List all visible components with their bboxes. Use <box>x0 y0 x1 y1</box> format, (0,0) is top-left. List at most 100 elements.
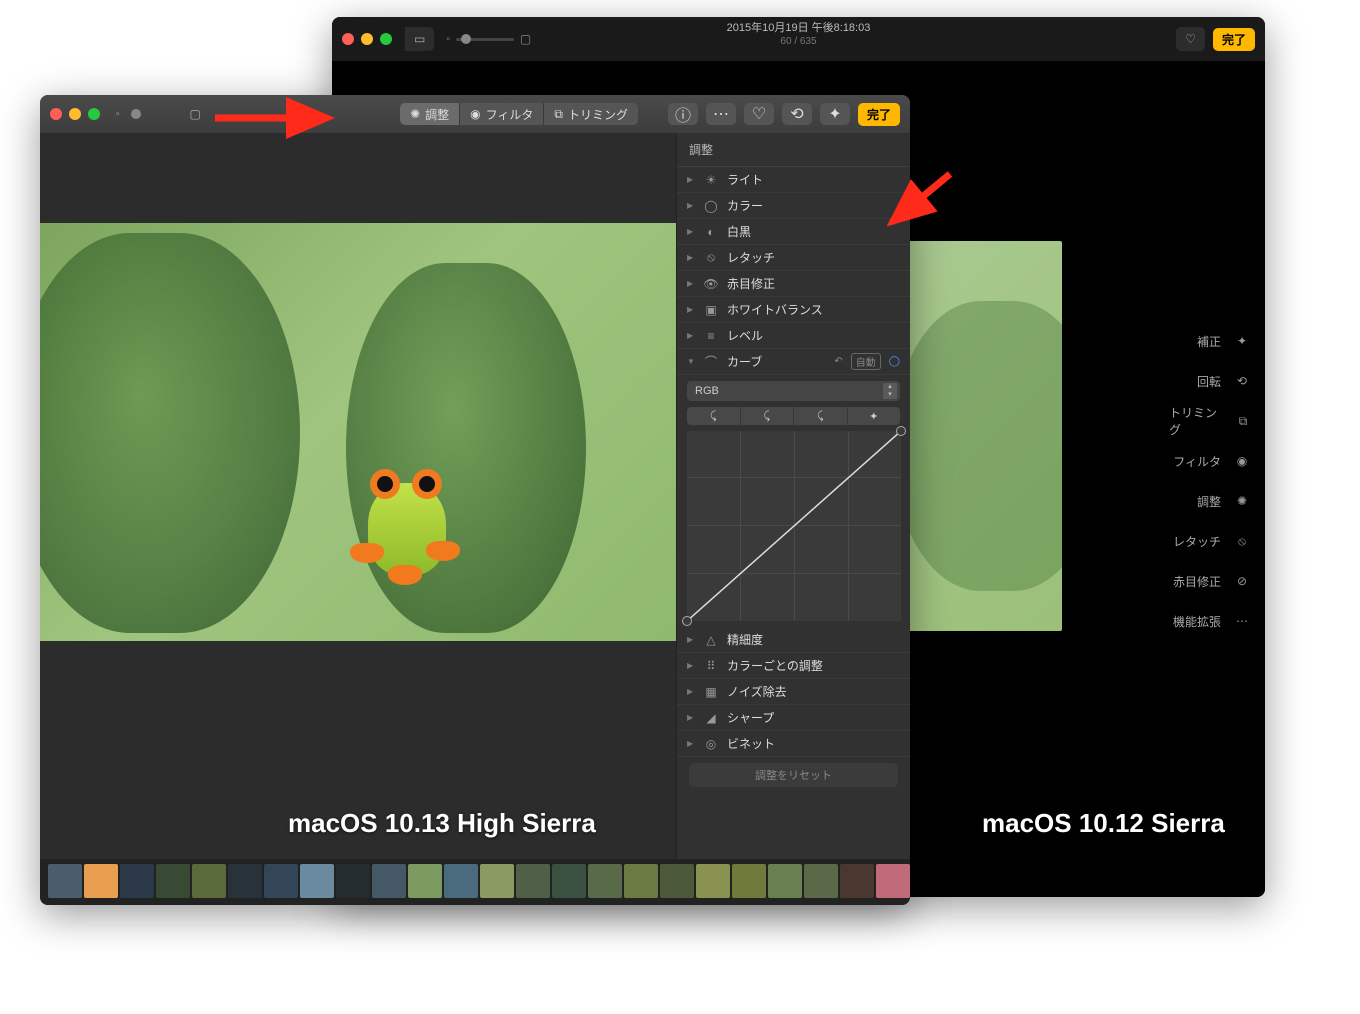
wand-icon: ✦ <box>1231 330 1253 352</box>
done-button[interactable]: 完了 <box>1213 28 1255 51</box>
adjust-item2-0[interactable]: ▶△精細度 <box>677 627 910 653</box>
favorite-button[interactable]: ♡ <box>1176 27 1205 51</box>
redeye-icon: ⊘ <box>1231 570 1253 592</box>
chevron-right-icon: ▶ <box>687 331 695 340</box>
tab-filter[interactable]: ◉フィルタ <box>460 103 544 125</box>
reset-icon[interactable]: ↶ <box>834 356 842 367</box>
annotation-arrow-tabs <box>210 100 340 145</box>
auto-button[interactable]: 自動 <box>851 353 881 370</box>
eyedropper-mid[interactable]: ⤹ <box>741 407 795 425</box>
edit-mode-tabs: ✺調整 ◉フィルタ ⧉トリミング <box>400 103 638 125</box>
thumbnail[interactable] <box>876 864 910 898</box>
adjust-item2-1[interactable]: ▶⠿カラーごとの調整 <box>677 653 910 679</box>
thumbnail[interactable] <box>120 864 154 898</box>
adjust-item-3[interactable]: ▶⦸レタッチ <box>677 245 910 271</box>
panel-header: 調整 <box>677 133 910 167</box>
traffic-lights[interactable] <box>50 108 100 120</box>
thumbnail-strip[interactable] <box>40 859 910 905</box>
adjust-item-icon: ⦸ <box>703 250 719 265</box>
thumbnail[interactable] <box>48 864 82 898</box>
more-button[interactable]: ⋯ <box>706 103 736 125</box>
add-point-icon[interactable]: ✦ <box>848 407 901 425</box>
adjust-item-1[interactable]: ▶◯カラー <box>677 193 910 219</box>
thumbnail[interactable] <box>696 864 730 898</box>
thumbnail[interactable] <box>660 864 694 898</box>
zoom-slider[interactable]: ▫ ▢ <box>446 32 531 46</box>
adjust-item-2[interactable]: ▶◐白黒 <box>677 219 910 245</box>
minimize-icon[interactable] <box>361 33 373 45</box>
thumbnail[interactable] <box>552 864 586 898</box>
reset-adjustments-button[interactable]: 調整をリセット <box>689 763 898 787</box>
adjust-icon: ✺ <box>1231 490 1253 512</box>
thumbnail[interactable] <box>768 864 802 898</box>
thumbnail[interactable] <box>624 864 658 898</box>
photo-preview[interactable] <box>40 223 676 641</box>
toggle-on-icon[interactable]: ◯ <box>889 356 900 367</box>
thumbnail[interactable] <box>516 864 550 898</box>
eyedropper-shadows[interactable]: ⤹ <box>687 407 741 425</box>
thumbnail[interactable] <box>480 864 514 898</box>
filter-icon: ◉ <box>1231 450 1253 472</box>
thumbnail[interactable] <box>408 864 442 898</box>
thumbnail[interactable] <box>84 864 118 898</box>
tool-adjust[interactable]: 調整✺ <box>1169 481 1253 521</box>
adjust-item-6[interactable]: ▶≡レベル <box>677 323 910 349</box>
thumbnail[interactable] <box>192 864 226 898</box>
done-button[interactable]: 完了 <box>858 103 900 126</box>
thumbnail[interactable] <box>156 864 190 898</box>
adjust-item-4[interactable]: ▶👁赤目修正 <box>677 271 910 297</box>
tool-filter[interactable]: フィルタ◉ <box>1169 441 1253 481</box>
tool-retouch[interactable]: レタッチ⦸ <box>1169 521 1253 561</box>
tool-rotate[interactable]: 回転⟲ <box>1169 361 1253 401</box>
thumbnail[interactable] <box>264 864 298 898</box>
curves-icon: ⌒ <box>703 353 719 370</box>
heart-icon: ♡ <box>752 104 766 124</box>
tool-enhance[interactable]: 補正✦ <box>1169 321 1253 361</box>
favorite-button[interactable]: ♡ <box>744 103 774 125</box>
close-icon[interactable] <box>50 108 62 120</box>
adjust-item2-3[interactable]: ▶◢シャープ <box>677 705 910 731</box>
thumbnail[interactable] <box>588 864 622 898</box>
eyedropper-highlights[interactable]: ⤹ <box>794 407 848 425</box>
adjust-item2-4[interactable]: ▶◎ビネット <box>677 731 910 757</box>
rotate-icon: ⟲ <box>790 104 803 124</box>
close-icon[interactable] <box>342 33 354 45</box>
channel-select[interactable]: RGB ▴▾ <box>687 381 900 401</box>
curves-editor[interactable] <box>687 431 901 621</box>
thumbnail[interactable] <box>840 864 874 898</box>
thumb-small-icon: ▫ <box>116 109 120 120</box>
adjust-item2-2[interactable]: ▶▦ノイズ除去 <box>677 679 910 705</box>
zoom-slider[interactable]: ▫ ▢ <box>116 107 201 121</box>
titlebar-front: ▫ ▢ ✺調整 ◉フィルタ ⧉トリミング ⓘ ⋯ ♡ ⟲ ✦ 完了 <box>40 95 910 133</box>
minimize-icon[interactable] <box>69 108 81 120</box>
stepper-icon[interactable]: ▴▾ <box>883 383 897 399</box>
thumbnail[interactable] <box>444 864 478 898</box>
info-button[interactable]: ⓘ <box>668 103 698 125</box>
chevron-right-icon: ▶ <box>687 253 695 262</box>
traffic-lights[interactable] <box>342 33 392 45</box>
zoom-icon[interactable] <box>380 33 392 45</box>
tool-extensions[interactable]: 機能拡張⋯ <box>1169 601 1253 641</box>
zoom-icon[interactable] <box>88 108 100 120</box>
thumbnail[interactable] <box>804 864 838 898</box>
view-toggle[interactable]: ▭ <box>404 27 434 51</box>
annotation-arrow-panel <box>880 166 960 241</box>
thumbnail[interactable] <box>336 864 370 898</box>
tool-redeye[interactable]: 赤目修正⊘ <box>1169 561 1253 601</box>
adjust-curves[interactable]: ▼ ⌒ カーブ ↶ 自動 ◯ <box>677 349 910 375</box>
grid-view-icon[interactable]: ▭ <box>405 27 434 51</box>
thumbnail[interactable] <box>228 864 262 898</box>
thumbnail[interactable] <box>732 864 766 898</box>
thumbnail[interactable] <box>372 864 406 898</box>
adjust-item-5[interactable]: ▶▣ホワイトバランス <box>677 297 910 323</box>
chevron-right-icon: ▶ <box>687 201 695 210</box>
thumbnail[interactable] <box>300 864 334 898</box>
tab-crop[interactable]: ⧉トリミング <box>544 103 638 125</box>
adjust-item-0[interactable]: ▶☀ライト <box>677 167 910 193</box>
adjust-item-label: シャープ <box>727 709 900 726</box>
tool-crop[interactable]: トリミング⧉ <box>1169 401 1253 441</box>
rotate-button[interactable]: ⟲ <box>782 103 812 125</box>
tab-adjust[interactable]: ✺調整 <box>400 103 460 125</box>
adjust-item-icon: ◯ <box>703 199 719 213</box>
enhance-button[interactable]: ✦ <box>820 103 850 125</box>
